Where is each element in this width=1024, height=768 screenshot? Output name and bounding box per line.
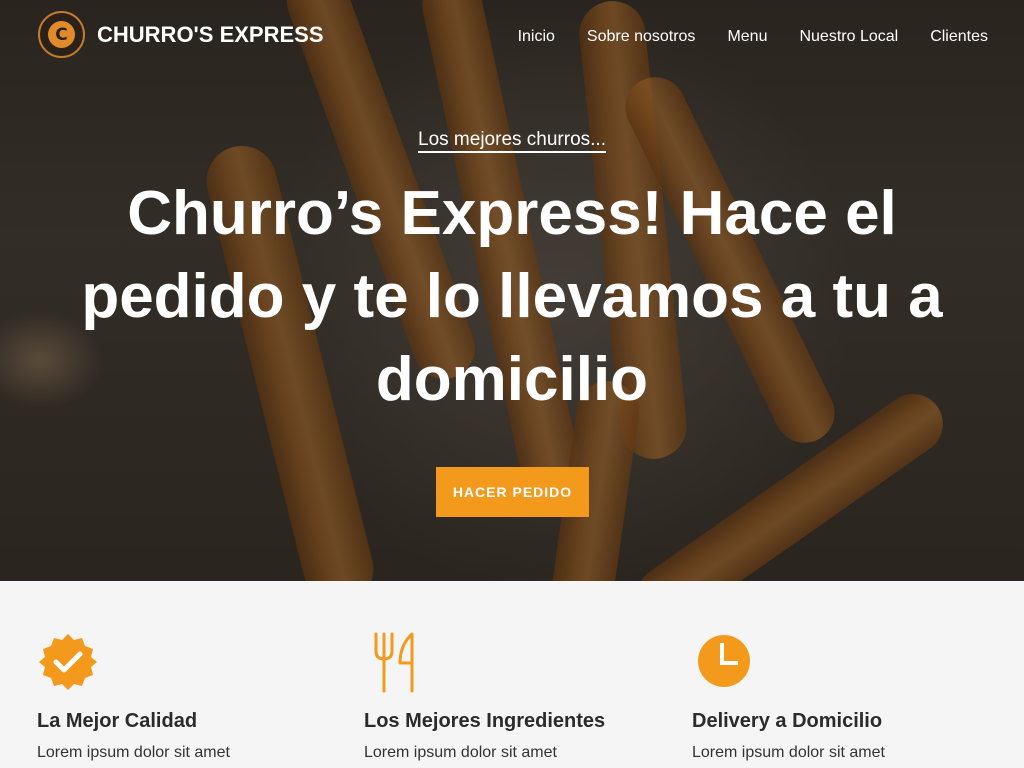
hero-eyebrow: Los mejores churros...	[0, 129, 1024, 153]
check-badge-icon	[39, 634, 97, 690]
hero-section: C CHURRO'S EXPRESS Inicio Sobre nosotros…	[0, 0, 1024, 581]
nav-item-clientes[interactable]: Clientes	[930, 28, 988, 46]
feature-text: Lorem ipsum dolor sit amet	[364, 744, 557, 761]
main-nav: Inicio Sobre nosotros Menu Nuestro Local…	[518, 28, 988, 46]
clock-icon	[698, 635, 750, 687]
feature-title: La Mejor Calidad	[37, 710, 198, 732]
nav-item-nuestro-local[interactable]: Nuestro Local	[799, 28, 898, 46]
logo-letter: C	[48, 21, 75, 48]
fork-knife-icon	[374, 632, 414, 693]
hero-eyebrow-text: Los mejores churros...	[418, 129, 606, 153]
feature-text: Lorem ipsum dolor sit amet	[692, 744, 885, 761]
nav-item-sobre-nosotros[interactable]: Sobre nosotros	[587, 28, 696, 46]
hero-headline: Churro’s Express! Hace el pedido y te lo…	[81, 179, 943, 414]
feature-title: Los Mejores Ingredientes	[364, 710, 606, 732]
feature-title: Delivery a Domicilio	[692, 710, 883, 732]
nav-item-inicio[interactable]: Inicio	[518, 28, 555, 46]
features-section: La Mejor Calidad Lorem ipsum dolor sit a…	[0, 581, 1024, 768]
logo[interactable]: C	[38, 11, 85, 58]
nav-item-menu[interactable]: Menu	[727, 28, 767, 46]
feature-text: Lorem ipsum dolor sit amet	[37, 744, 230, 761]
site-header: C CHURRO'S EXPRESS Inicio Sobre nosotros…	[0, 0, 1024, 74]
order-button[interactable]: HACER PEDIDO	[436, 467, 589, 517]
brand-name[interactable]: CHURRO'S EXPRESS	[97, 22, 324, 48]
